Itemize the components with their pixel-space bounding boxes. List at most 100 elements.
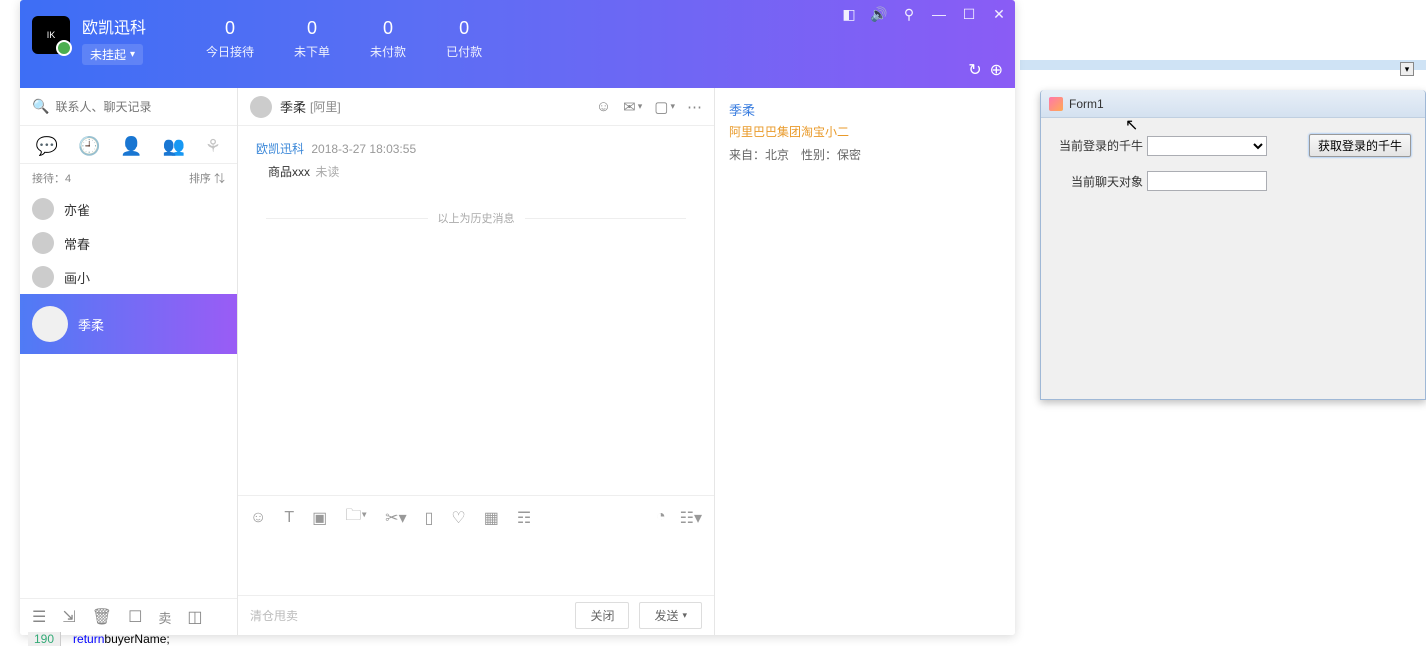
contact-list: 亦雀 常春 画小 季柔 <box>20 192 237 598</box>
add-icon[interactable]: ⊕ <box>990 60 1003 80</box>
form-row-login: 当前登录的千牛 获取登录的千牛 <box>1055 134 1411 157</box>
sidebar: 🔍 💬 🕘 👤 👥 ⚘ 接待：4 排序 ⇅ 亦雀 常春 画小 季柔 <box>20 88 238 635</box>
layout-icon[interactable]: ◫ <box>187 607 202 627</box>
minimize-icon[interactable]: — <box>931 6 947 22</box>
box-icon[interactable]: ☐ <box>128 607 142 627</box>
send-button[interactable]: 发送 ▾ <box>639 602 702 629</box>
form-body: 当前登录的千牛 获取登录的千牛 当前聊天对象 <box>1041 118 1425 221</box>
volume-icon[interactable]: 🔊 <box>871 6 887 22</box>
message-input-area <box>238 539 714 595</box>
fetch-login-button[interactable]: 获取登录的千牛 <box>1309 134 1411 157</box>
background-tab-strip <box>1020 60 1426 70</box>
chat-tab-icon[interactable]: 💬 <box>36 136 58 157</box>
person-tab-icon[interactable]: 👤 <box>120 136 142 157</box>
stat-noorder[interactable]: 0未下单 <box>294 18 330 60</box>
sidebar-bottom-tools: ☰ ⇲ 🗑 ☐ 卖 ◫ <box>20 598 237 635</box>
contact-name: 常春 <box>64 234 90 253</box>
chat-column: 季柔 [阿里] ☺ ✉ ▢ ⋯ 欧凯迅科 2018-3-27 18:03:55 … <box>238 88 715 635</box>
status-dropdown[interactable]: 未挂起 <box>82 44 143 65</box>
phone-icon[interactable]: ▯ <box>425 508 434 528</box>
chevron-down-icon: ▾ <box>682 610 687 621</box>
font-icon[interactable]: T <box>284 509 294 527</box>
form-icon <box>1049 97 1063 111</box>
emoji-icon[interactable]: ☺ <box>250 509 266 527</box>
avatar <box>32 198 54 220</box>
card-icon[interactable]: ☶ <box>517 508 531 528</box>
maximize-icon[interactable]: ☐ <box>961 6 977 22</box>
unread-label: 未读 <box>315 165 339 179</box>
message-sender: 欧凯迅科 <box>256 142 304 156</box>
input-bottom-bar: 清仓甩卖 关闭 发送 ▾ <box>238 595 714 635</box>
pin-icon[interactable]: ⚲ <box>901 6 917 22</box>
close-icon[interactable]: ✕ <box>991 6 1007 22</box>
image-icon[interactable]: ▣ <box>312 508 327 528</box>
mail-action-icon[interactable]: ✉ <box>623 98 642 116</box>
group-tab-icon[interactable]: 👥 <box>163 136 185 157</box>
more-action-icon[interactable]: ⋯ <box>687 98 702 116</box>
background-dropdown-icon[interactable]: ▾ <box>1400 62 1414 76</box>
input-hint[interactable]: 清仓甩卖 <box>250 607 298 624</box>
trash-icon[interactable]: 🗑 <box>92 607 112 627</box>
message-text: 商品xxx 未读 <box>268 163 696 180</box>
history-divider: 以上为历史消息 <box>256 210 696 226</box>
message-body: 商品xxx <box>268 165 310 179</box>
close-button[interactable]: 关闭 <box>575 602 629 629</box>
label-current-login: 当前登录的千牛 <box>1055 137 1147 154</box>
info-org: 阿里巴巴集团淘宝小二 <box>729 123 1001 140</box>
app-logo[interactable]: IK <box>32 16 70 54</box>
stats-row: 0今日接待 0未下单 0未付款 0已付款 <box>206 18 482 60</box>
text-current-chat[interactable] <box>1147 171 1267 191</box>
heart-icon[interactable]: ♡ <box>451 508 465 528</box>
video-action-icon[interactable]: ▢ <box>654 98 675 116</box>
identifier: buyerName; <box>104 632 169 646</box>
winforms-window: Form1 当前登录的千牛 获取登录的千牛 当前聊天对象 <box>1040 90 1426 400</box>
refresh-icon[interactable]: ↻ <box>968 60 981 80</box>
form-titlebar[interactable]: Form1 <box>1041 90 1425 118</box>
avatar <box>32 232 54 254</box>
skin-icon[interactable]: ◧ <box>841 6 857 22</box>
info-contact-name: 季柔 <box>729 100 1001 119</box>
message-time: 2018-3-27 18:03:55 <box>311 142 416 156</box>
cut-icon[interactable]: ✂▾ <box>385 508 406 528</box>
contact-item[interactable]: 亦雀 <box>20 192 237 226</box>
export-icon[interactable]: ⇲ <box>62 607 75 627</box>
avatar <box>32 266 54 288</box>
calc-icon[interactable]: ▦ <box>484 508 499 528</box>
contact-item[interactable]: 常春 <box>20 226 237 260</box>
stat-num: 0 <box>446 18 482 39</box>
stat-num: 0 <box>206 18 254 39</box>
chat-header-actions: ☺ ✉ ▢ ⋯ <box>596 98 702 116</box>
stat-today[interactable]: 0今日接待 <box>206 18 254 60</box>
clock-tab-icon[interactable]: 🕘 <box>78 136 100 157</box>
menu-icon[interactable]: ☰ <box>32 607 46 627</box>
sell-button[interactable]: 卖 <box>158 608 171 627</box>
nav-icons: 💬 🕘 👤 👥 ⚘ <box>20 126 237 164</box>
keyword: return <box>73 632 104 646</box>
form-row-chat: 当前聊天对象 <box>1055 171 1411 191</box>
chat-message-area[interactable]: 欧凯迅科 2018-3-27 18:03:55 商品xxx 未读 以上为历史消息 <box>238 126 714 495</box>
emoji-action-icon[interactable]: ☺ <box>596 98 611 116</box>
brand-block: 欧凯迅科 未挂起 <box>82 14 146 65</box>
chat-header: 季柔 [阿里] ☺ ✉ ▢ ⋯ <box>238 88 714 126</box>
org-tab-icon[interactable]: ⚘ <box>205 136 221 157</box>
info-detail: 来自：北京 性别：保密 <box>729 146 1001 163</box>
history-icon[interactable]: ☷▾ <box>680 508 702 528</box>
send-label: 发送 <box>654 607 678 624</box>
sort-toggle[interactable]: 排序 ⇅ <box>189 170 225 186</box>
search-box: 🔍 <box>20 88 237 126</box>
stat-paid[interactable]: 0已付款 <box>446 18 482 60</box>
stat-unpaid[interactable]: 0未付款 <box>370 18 406 60</box>
brand-name: 欧凯迅科 <box>82 14 146 38</box>
main-body: 🔍 💬 🕘 👤 👥 ⚘ 接待：4 排序 ⇅ 亦雀 常春 画小 季柔 <box>20 88 1015 635</box>
message-input[interactable] <box>250 545 702 589</box>
receive-count: 接待：4 <box>32 170 71 186</box>
form-title-text: Form1 <box>1069 97 1104 111</box>
search-input[interactable] <box>55 100 225 114</box>
stat-num: 0 <box>294 18 330 39</box>
send-mode-icon[interactable]: ◔ <box>656 508 666 528</box>
folder-icon[interactable]: 🗀▾ <box>345 504 367 531</box>
combo-current-login[interactable] <box>1147 136 1267 156</box>
contact-item[interactable]: 画小 <box>20 260 237 294</box>
contact-item-active[interactable]: 季柔 <box>20 294 237 354</box>
chat-contact-tag: [阿里] <box>310 98 341 115</box>
